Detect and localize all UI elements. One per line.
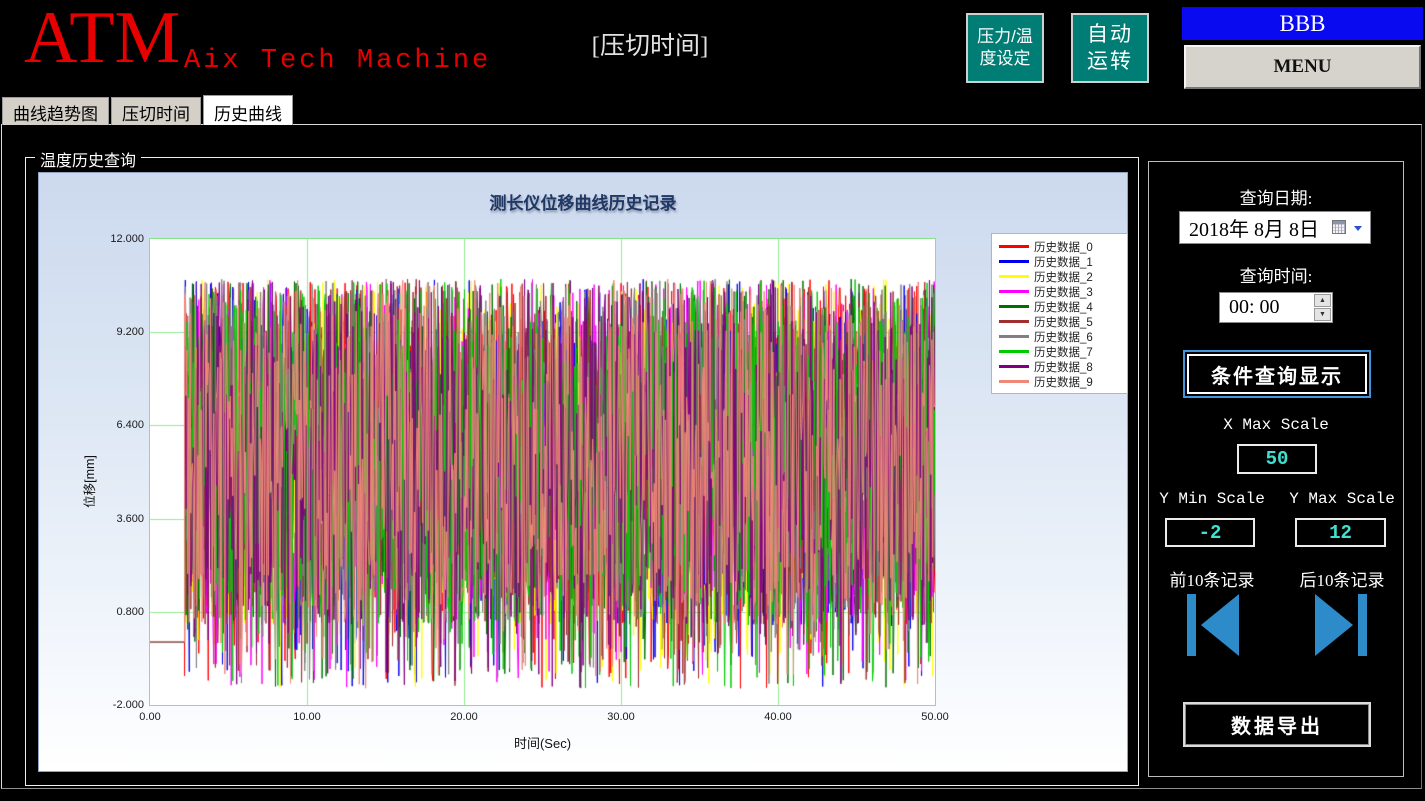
y-axis-tick-label: 6.400: [116, 419, 144, 432]
next-records-button[interactable]: [1315, 594, 1367, 656]
chart-canvas: [150, 239, 935, 705]
query-time-label: 查询时间:: [1239, 267, 1313, 286]
pressure-temp-label-line2: 度设定: [979, 49, 1031, 68]
prev-records-button[interactable]: [1187, 594, 1239, 656]
chart-title: 测长仪位移曲线历史记录: [489, 194, 677, 213]
legend-item: 历史数据_1: [999, 254, 1127, 269]
auto-run-label-line2: 运转: [1087, 50, 1133, 73]
time-value: 00: 00: [1229, 296, 1280, 318]
legend-item: 历史数据_4: [999, 299, 1127, 314]
groupbox-title: 温度历史查询: [35, 147, 142, 171]
x-axis-tick-label: 20.00: [450, 711, 478, 723]
legend-swatch: [999, 305, 1029, 308]
app-window: ATM Aix Tech Machine [压切时间] 压力/温 度设定 自动 …: [0, 0, 1425, 801]
query-sidebar: 查询日期: 2018年 8月 8日 查询时间: 00: 00 ▲ ▼ 条件查询显…: [1148, 161, 1404, 777]
legend-item: 历史数据_2: [999, 269, 1127, 284]
y-min-scale-input[interactable]: -2: [1165, 518, 1255, 547]
legend-swatch: [999, 245, 1029, 248]
x-axis-tick-label: 0.00: [139, 711, 161, 723]
legend-item: 历史数据_0: [999, 239, 1127, 254]
legend-swatch: [999, 380, 1029, 383]
legend-swatch: [999, 320, 1029, 323]
pressure-temp-label-line1: 压力/温: [977, 26, 1033, 46]
legend-item: 历史数据_6: [999, 329, 1127, 344]
x-axis-tick-label: 30.00: [607, 711, 635, 723]
y-axis-tick-label: 3.600: [116, 512, 144, 525]
legend-label: 历史数据_9: [1034, 376, 1093, 389]
auto-run-label-line1: 自动: [1087, 22, 1133, 46]
page-title: [压切时间]: [591, 33, 709, 60]
next-records-label: 后10条记录: [1299, 571, 1385, 590]
y-axis-tick-label: 9.200: [116, 326, 144, 339]
spinner-down-icon[interactable]: ▼: [1314, 308, 1331, 321]
history-query-groupbox: 温度历史查询 测长仪位移曲线历史记录 位移[mm] 时间(Sec) 12.000…: [25, 147, 1139, 786]
menu-button[interactable]: MENU: [1184, 45, 1421, 89]
calendar-icon[interactable]: [1332, 220, 1346, 234]
app-logo: ATM: [24, 0, 181, 79]
y-min-scale-label: Y Min Scale: [1159, 490, 1265, 508]
pressure-temp-settings-button[interactable]: 压力/温 度设定: [966, 13, 1044, 83]
date-picker-field[interactable]: 2018年 8月 8日: [1179, 211, 1371, 244]
legend-swatch: [999, 290, 1029, 293]
data-export-button[interactable]: 数据导出: [1183, 702, 1371, 747]
legend-label: 历史数据_8: [1034, 361, 1093, 374]
history-chart-panel: 测长仪位移曲线历史记录 位移[mm] 时间(Sec) 12.000 9.200 6.…: [38, 172, 1128, 772]
spinner-up-icon[interactable]: ▲: [1314, 294, 1331, 307]
x-max-scale-input[interactable]: 50: [1237, 444, 1317, 474]
x-axis-tick-label: 50.00: [921, 711, 949, 723]
legend-label: 历史数据_7: [1034, 346, 1093, 359]
x-axis-tick-label: 10.00: [293, 711, 321, 723]
calendar-dropdown-arrow-icon[interactable]: [1354, 226, 1362, 231]
condition-query-button[interactable]: 条件查询显示: [1183, 350, 1371, 398]
app-logo-subtitle: Aix Tech Machine: [184, 46, 492, 76]
legend-item: 历史数据_7: [999, 344, 1127, 359]
legend-item: 历史数据_5: [999, 314, 1127, 329]
y-axis-label: 位移[mm]: [82, 455, 97, 508]
prev-records-label: 前10条记录: [1169, 571, 1255, 590]
legend-item: 历史数据_9: [999, 374, 1127, 389]
status-banner: BBB: [1182, 7, 1423, 40]
legend-label: 历史数据_2: [1034, 271, 1093, 284]
y-max-scale-input[interactable]: 12: [1295, 518, 1386, 547]
tab-1[interactable]: 曲线趋势图: [2, 97, 109, 125]
y-max-scale-label: Y Max Scale: [1289, 490, 1395, 508]
legend-label: 历史数据_5: [1034, 316, 1093, 329]
legend-swatch: [999, 350, 1029, 353]
legend-item: 历史数据_8: [999, 359, 1127, 374]
legend-swatch: [999, 335, 1029, 338]
legend-label: 历史数据_6: [1034, 331, 1093, 344]
tab-bar: 曲线趋势图 压切时间 历史曲线: [2, 95, 293, 125]
y-axis-tick-label: -2.000: [112, 699, 144, 711]
tab-2[interactable]: 压切时间: [111, 97, 201, 125]
time-spinner-field[interactable]: 00: 00 ▲ ▼: [1219, 292, 1333, 323]
legend-swatch: [999, 365, 1029, 368]
x-max-scale-label: X Max Scale: [1223, 416, 1329, 434]
auto-run-button[interactable]: 自动 运转: [1071, 13, 1149, 83]
y-axis-tick-label: 12.000: [110, 233, 144, 245]
legend-item: 历史数据_3: [999, 284, 1127, 299]
legend-label: 历史数据_3: [1034, 286, 1093, 299]
legend-label: 历史数据_1: [1034, 256, 1093, 269]
legend-swatch: [999, 275, 1029, 278]
legend-swatch: [999, 260, 1029, 263]
chart-plot-area: 位移[mm] 时间(Sec) 12.000 9.200 6.400 3.600 0.80…: [83, 233, 949, 751]
chart-legend: 历史数据_0 历史数据_1 历史数据_2 历史数据_3 历史数据_4 历史数据_5 历史数据…: [991, 233, 1128, 394]
date-value: 2018年 8月 8日: [1189, 219, 1319, 241]
query-date-label: 查询日期:: [1239, 189, 1313, 208]
x-axis-label: 时间(Sec): [513, 736, 572, 751]
y-axis-tick-label: 0.800: [116, 605, 144, 618]
time-spinner: ▲ ▼: [1314, 294, 1331, 321]
x-axis-tick-label: 40.00: [764, 711, 792, 723]
legend-label: 历史数据_0: [1034, 241, 1093, 254]
legend-label: 历史数据_4: [1034, 301, 1093, 314]
tab-3[interactable]: 历史曲线: [203, 95, 293, 125]
